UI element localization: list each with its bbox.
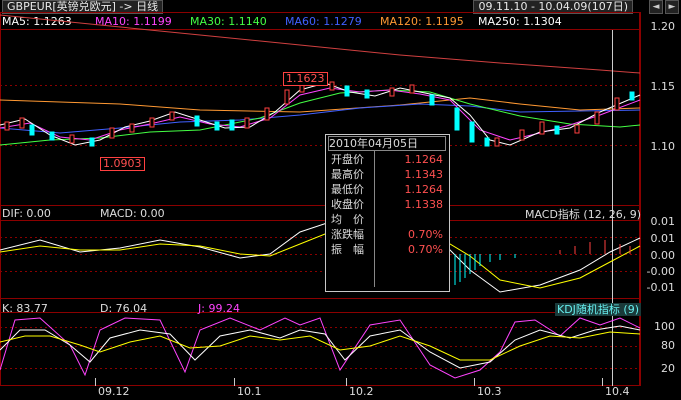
date-axis-label: 10.3	[477, 385, 502, 398]
candle-up	[264, 107, 270, 121]
date-axis-label: 10.1	[237, 385, 262, 398]
macd-axis-label: 0.01	[650, 232, 676, 245]
macd-axis-label: -0.01	[646, 281, 675, 294]
popup-close-label: 收盘价	[331, 198, 364, 211]
candle-down	[469, 121, 475, 143]
date-axis-label: 09.12	[98, 385, 130, 398]
candle-down	[29, 124, 35, 136]
d-value: D: 76.04	[100, 302, 148, 315]
chart-grid	[0, 12, 641, 386]
popup-high-label: 最高价	[331, 168, 364, 181]
k-value: K: 83.77	[2, 302, 48, 315]
popup-high-value: 1.1343	[404, 168, 444, 181]
ma120-line	[0, 97, 641, 113]
candle-up	[614, 97, 620, 111]
ma5-line	[0, 82, 641, 146]
candle-down	[194, 115, 200, 127]
ma30-line	[0, 89, 641, 146]
popup-low-value: 1.1264	[404, 183, 444, 196]
candle-up	[574, 124, 580, 134]
dif-line	[0, 221, 641, 293]
macd-hist-pos	[559, 240, 631, 254]
popup-low-label: 最低价	[331, 183, 364, 196]
popup-open-value: 1.1264	[404, 153, 444, 166]
candle-down	[484, 137, 490, 147]
candle-up	[594, 111, 600, 125]
candle-up	[389, 87, 395, 97]
candle-up	[4, 121, 10, 131]
popup-change-label: 涨跌幅	[331, 228, 364, 241]
candle-up	[129, 123, 135, 133]
macd-value: MACD: 0.00	[100, 207, 165, 220]
popup-close-value: 1.1338	[404, 198, 444, 211]
popup-amplitude-value: 0.70%	[408, 243, 443, 256]
price-axis-label: 1.20	[650, 20, 676, 33]
popup-avg-label: 均 价	[331, 213, 364, 226]
popup-open-label: 开盘价	[331, 153, 364, 166]
candle-up	[19, 117, 25, 129]
candle-down	[344, 85, 350, 97]
bar-info-popup: 2010年04月05日 开盘价 1.1264 最高价 1.1343 最低价 1.…	[325, 134, 450, 292]
candle-down	[49, 131, 55, 141]
candle-up	[519, 129, 525, 141]
candle-down	[429, 94, 435, 106]
popup-date: 2010年04月05日	[328, 136, 446, 151]
candle-down	[554, 125, 560, 135]
j-value: J: 99.24	[198, 302, 240, 315]
date-axis-label: 10.2	[349, 385, 374, 398]
candle-down	[229, 119, 235, 131]
macd-indicator-title[interactable]: MACD指标 (12, 26, 9)	[525, 208, 641, 221]
candle-down	[214, 121, 220, 131]
macd-axis-label: 0.00	[650, 249, 676, 262]
candle-up	[149, 117, 155, 128]
popup-amplitude-label: 振 幅	[331, 243, 364, 256]
candle-up	[539, 121, 545, 135]
price-axis-label: 1.10	[650, 140, 676, 153]
candle-up	[69, 134, 75, 144]
candle-up	[109, 127, 115, 139]
date-axis-label: 10.4	[605, 385, 630, 398]
macd-hist-neg	[454, 254, 516, 285]
candle-up	[329, 81, 335, 91]
popup-change-value: 0.70%	[408, 228, 443, 241]
candle-down	[89, 137, 95, 147]
macd-line	[0, 231, 641, 289]
candle-up	[169, 111, 175, 121]
macd-axis-label: 0.01	[650, 215, 676, 228]
low-marker: 1.0903	[100, 157, 145, 171]
candle-down	[364, 89, 370, 99]
kdj-axis-label: 80	[661, 339, 675, 352]
candle-up	[244, 117, 250, 129]
kdj-axis-label: 100	[654, 320, 675, 333]
kdj-axis-label: 20	[661, 362, 675, 375]
popup-divider	[374, 151, 375, 287]
candle-down	[629, 91, 635, 101]
macd-axis-label: -0.00	[646, 265, 675, 278]
candle-down	[454, 107, 460, 131]
candle-up	[494, 137, 500, 147]
candle-up	[284, 89, 290, 105]
high-marker: 1.1623	[283, 72, 328, 86]
ma250-line	[0, 14, 641, 74]
kdj-indicator-title[interactable]: KDJ随机指标 (9)	[554, 303, 641, 316]
dif-value: DIF: 0.00	[2, 207, 51, 220]
price-axis-label: 1.15	[650, 80, 676, 93]
candle-up	[409, 84, 415, 94]
